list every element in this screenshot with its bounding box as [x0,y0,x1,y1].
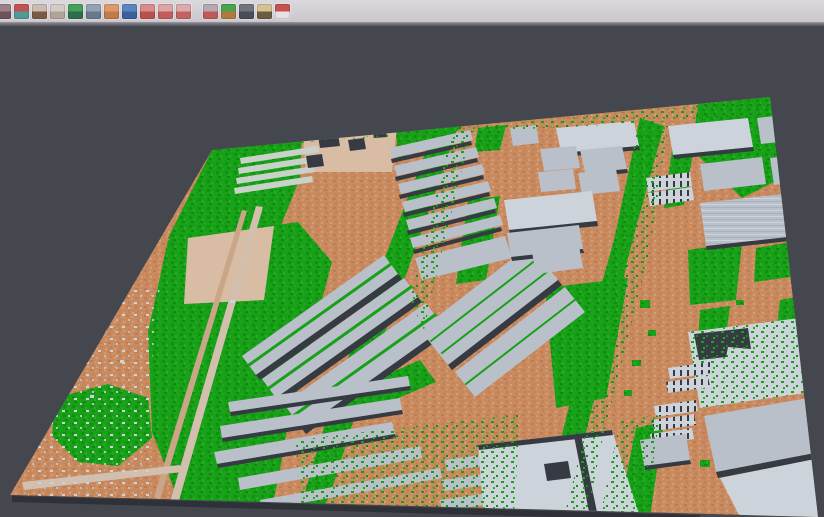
orthophoto-icon[interactable] [104,4,119,19]
attribute-table-icon[interactable] [140,4,155,19]
application-window [0,0,824,517]
dark-sphere-icon[interactable] [239,4,254,19]
target-circle-icon[interactable] [158,4,173,19]
clip-box-icon[interactable] [257,4,272,19]
crop-brackets-icon[interactable] [176,4,191,19]
building-facade-icon[interactable] [86,4,101,19]
image-open-icon[interactable] [0,4,11,19]
terrain-scene [0,26,824,517]
vegetation-hill-icon[interactable] [68,4,83,19]
align-views-icon[interactable] [14,4,29,19]
classification-map-icon[interactable] [221,4,236,19]
main-toolbar [0,0,824,22]
checker-filter-icon[interactable] [203,4,218,19]
3d-viewport[interactable] [0,26,824,517]
toolbar-group-separator [194,4,200,19]
globe-icon[interactable] [122,4,137,19]
sparse-points-icon[interactable] [50,4,65,19]
measure-ruler-icon[interactable] [275,4,290,19]
terrain-mountain-icon[interactable] [32,4,47,19]
